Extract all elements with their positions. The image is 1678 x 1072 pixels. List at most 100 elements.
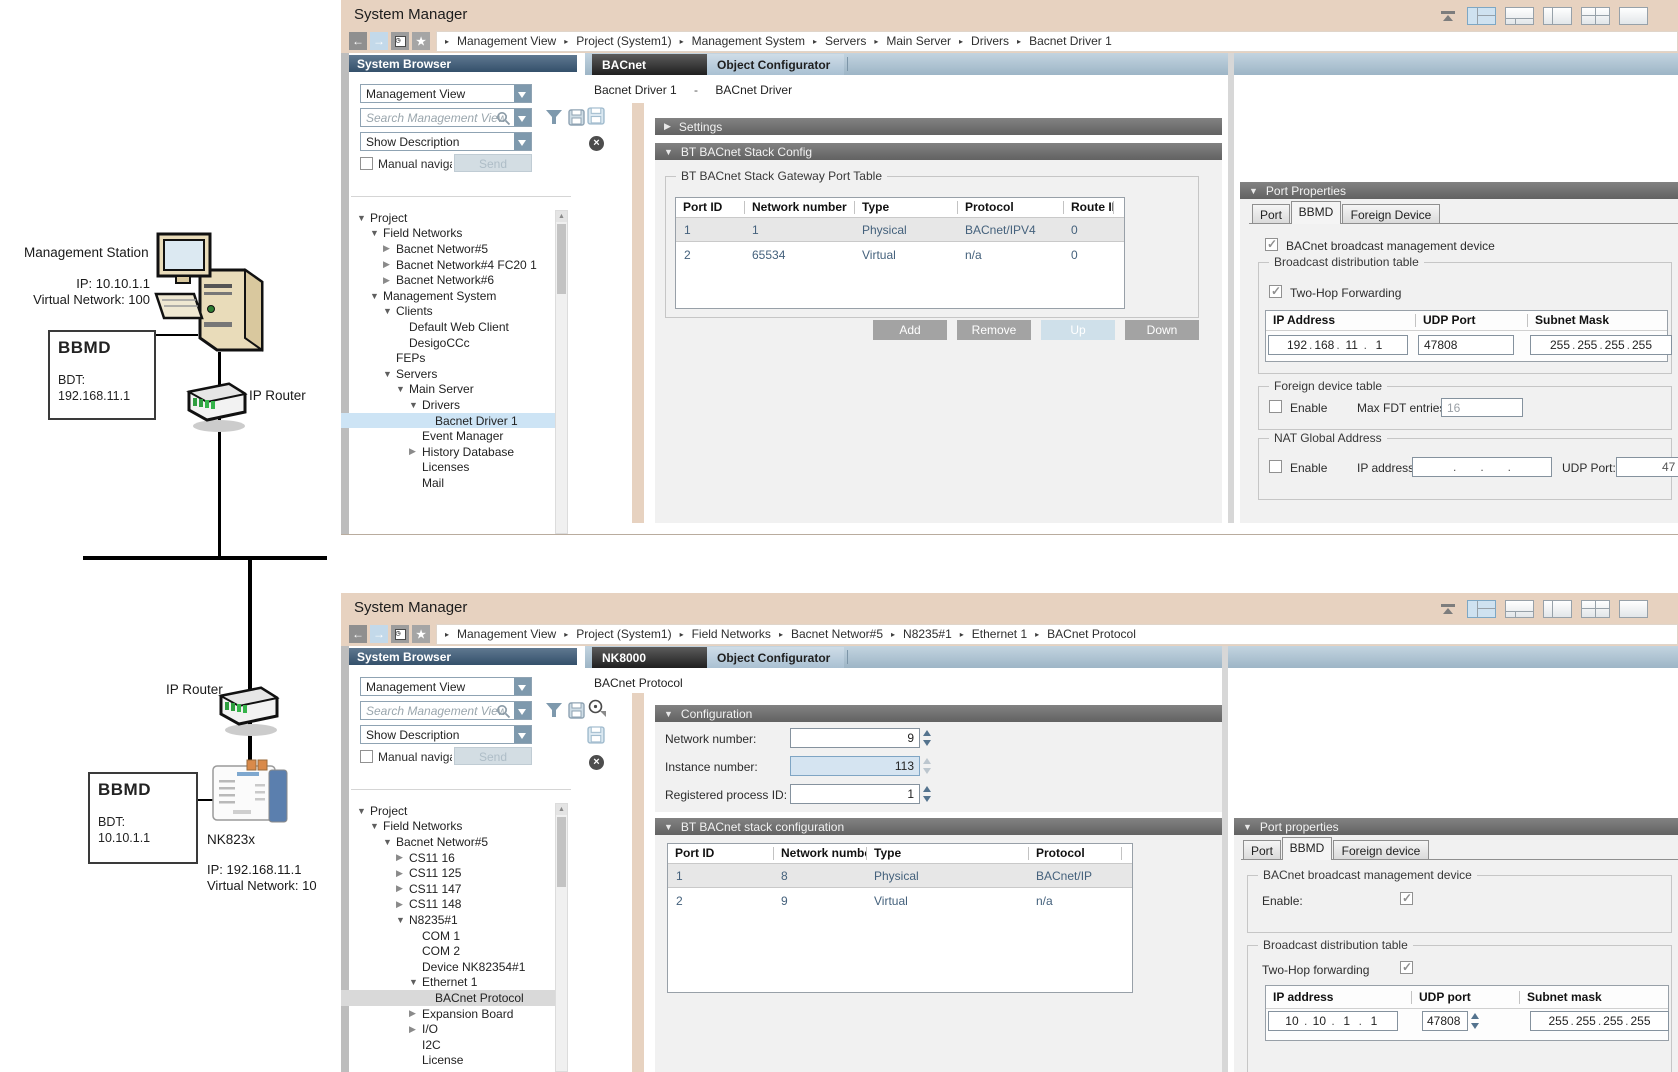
add-button[interactable]: Add [873, 320, 947, 340]
tree-expanded-icon[interactable]: ▼ [370, 291, 383, 301]
bdt-col-udp[interactable]: UDP port [1411, 991, 1519, 1004]
tree-item-project[interactable]: ▼Project [349, 210, 555, 226]
tab-port[interactable]: Port [1252, 204, 1290, 224]
bdt-col-ip[interactable]: IP Address [1266, 314, 1415, 327]
nat-ip-input[interactable]: ... [1412, 457, 1552, 477]
tree-item-main-server[interactable]: ▼Main Server [349, 382, 555, 398]
titlebar[interactable]: System Manager [341, 593, 1678, 622]
tree-item-project[interactable]: ▼Project [349, 803, 555, 819]
octet-value[interactable]: 255 [1574, 1014, 1598, 1028]
breadcrumb-item[interactable]: Project (System1) [576, 627, 671, 641]
close-icon[interactable]: × [589, 136, 604, 151]
column-header[interactable]: Protocol [957, 201, 1063, 214]
search-input[interactable]: Search Management View [360, 108, 532, 127]
tree-item-cs11-147[interactable]: ▶CS11 147 [349, 881, 555, 897]
breadcrumb-item[interactable]: Management View [457, 627, 556, 641]
tab-foreign-device[interactable]: Foreign device [1333, 840, 1429, 860]
tab-object-configurator[interactable]: Object Configurator [707, 54, 844, 75]
tree-item-n8235-1[interactable]: ▼N8235#1 [349, 912, 555, 928]
forward-icon[interactable]: → [370, 32, 388, 50]
tree-scrollbar[interactable]: ▲ [555, 210, 568, 534]
description-select[interactable]: Show Description [360, 132, 532, 151]
tree-collapsed-icon[interactable]: ▶ [396, 899, 409, 910]
breadcrumb-item[interactable]: Management System [692, 34, 805, 48]
fdt-enable-checkbox[interactable] [1269, 400, 1282, 413]
view-select[interactable]: Management View [360, 677, 532, 696]
search-icon[interactable] [496, 111, 511, 126]
save-filter-icon[interactable] [568, 109, 585, 126]
send-button[interactable]: Send [454, 154, 532, 172]
breadcrumb-item[interactable]: N8235#1 [903, 627, 952, 641]
port-properties-bar[interactable]: ▼ Port Properties [1240, 182, 1678, 199]
back-icon[interactable]: ← [349, 625, 367, 643]
collapse-pane-icon[interactable] [1438, 602, 1458, 616]
tree-expanded-icon[interactable]: ▼ [409, 400, 422, 410]
bbmd-checkbox[interactable] [1265, 238, 1278, 251]
tree-item-bacnet-driver-1[interactable]: Bacnet Driver 1 [341, 413, 555, 429]
filter-icon[interactable] [545, 109, 563, 126]
network-number-input[interactable]: 9 [790, 728, 920, 748]
layout-single-pane-icon[interactable] [1619, 600, 1648, 618]
description-select[interactable]: Show Description [360, 725, 532, 744]
layout-four-pane-icon[interactable] [1581, 600, 1610, 618]
tree-item-cs11-148[interactable]: ▶CS11 148 [349, 897, 555, 913]
layout-single-pane-icon[interactable] [1619, 7, 1648, 25]
tree-collapsed-icon[interactable]: ▶ [409, 1008, 422, 1019]
configuration-section-bar[interactable]: ▼ Configuration [655, 705, 1222, 722]
octet-value[interactable]: 255 [1630, 338, 1654, 352]
octet-value[interactable]: 192 [1285, 338, 1309, 352]
tree-expanded-icon[interactable]: ▼ [357, 213, 370, 223]
column-header[interactable]: Network number [773, 847, 866, 860]
two-hop-checkbox[interactable] [1400, 961, 1413, 974]
nat-udp-input[interactable]: 47 [1616, 457, 1678, 477]
pane-divider[interactable] [1222, 646, 1228, 1072]
bdt-mask-input[interactable]: 255.255.255.255 [1530, 1011, 1669, 1031]
tree-item-desigoccc[interactable]: DesigoCCc [349, 335, 555, 351]
settings-section-bar[interactable]: ▶ Settings [655, 118, 1222, 135]
octet-value[interactable]: 255 [1575, 338, 1599, 352]
tree-item-mail[interactable]: Mail [349, 475, 555, 491]
tree-collapsed-icon[interactable]: ▶ [396, 883, 409, 894]
back-icon[interactable]: ← [349, 32, 367, 50]
network-number-spinner[interactable] [921, 728, 934, 748]
chevron-down-icon[interactable] [514, 702, 531, 719]
view-select[interactable]: Management View [360, 84, 532, 103]
tree-expanded-icon[interactable]: ▼ [357, 806, 370, 816]
window-splitter[interactable] [341, 646, 349, 1072]
chevron-down-icon[interactable] [514, 85, 531, 102]
filter-icon[interactable] [545, 702, 563, 719]
remove-button[interactable]: Remove [957, 320, 1031, 340]
column-header[interactable]: Type [854, 201, 957, 214]
octet-value[interactable]: 10 [1307, 1014, 1331, 1028]
tab-bacnet[interactable]: BACnet [592, 54, 707, 75]
octet-value[interactable]: 255 [1629, 1014, 1653, 1028]
breadcrumb-item[interactable]: BACnet Protocol [1047, 627, 1136, 641]
tree-item-drivers[interactable]: ▼Drivers [349, 397, 555, 413]
tree-expanded-icon[interactable]: ▼ [409, 977, 422, 987]
forward-icon[interactable]: → [370, 625, 388, 643]
bdt-col-ip[interactable]: IP address [1266, 991, 1411, 1004]
tree-collapsed-icon[interactable]: ▶ [396, 852, 409, 863]
tab-bbmd[interactable]: BBMD [1282, 837, 1332, 860]
bdt-col-mask[interactable]: Subnet mask [1519, 991, 1668, 1004]
tree-item-i2c[interactable]: I2C [349, 1037, 555, 1053]
registered-process-input[interactable]: 1 [790, 784, 920, 804]
instance-number-input[interactable]: 113 [790, 756, 920, 776]
search-input[interactable]: Search Management View [360, 701, 532, 720]
tree-item-feps[interactable]: FEPs [349, 350, 555, 366]
table-row[interactable]: 265534Virtualn/a0 [676, 242, 1124, 267]
favorites-star-icon[interactable]: ★ [412, 625, 430, 643]
tab-nk8000[interactable]: NK8000 [592, 647, 707, 668]
tree-expanded-icon[interactable]: ▼ [396, 384, 409, 394]
favorites-star-icon[interactable]: ★ [412, 32, 430, 50]
tree-collapsed-icon[interactable]: ▶ [383, 275, 396, 286]
tab-object-configurator[interactable]: Object Configurator [707, 647, 844, 668]
tree-item-field-networks[interactable]: ▼Field Networks [349, 819, 555, 835]
down-button[interactable]: Down [1125, 320, 1199, 340]
tree-item-bacnet-networ-5[interactable]: ▼Bacnet Networ#5 [349, 834, 555, 850]
scroll-up-icon[interactable]: ▲ [556, 804, 567, 815]
tree-item-cs11-125[interactable]: ▶CS11 125 [349, 865, 555, 881]
bbmd-enable-checkbox[interactable] [1400, 892, 1413, 905]
bdt-udp-spinner[interactable] [1469, 1011, 1482, 1031]
column-header[interactable]: Network number [744, 201, 854, 214]
